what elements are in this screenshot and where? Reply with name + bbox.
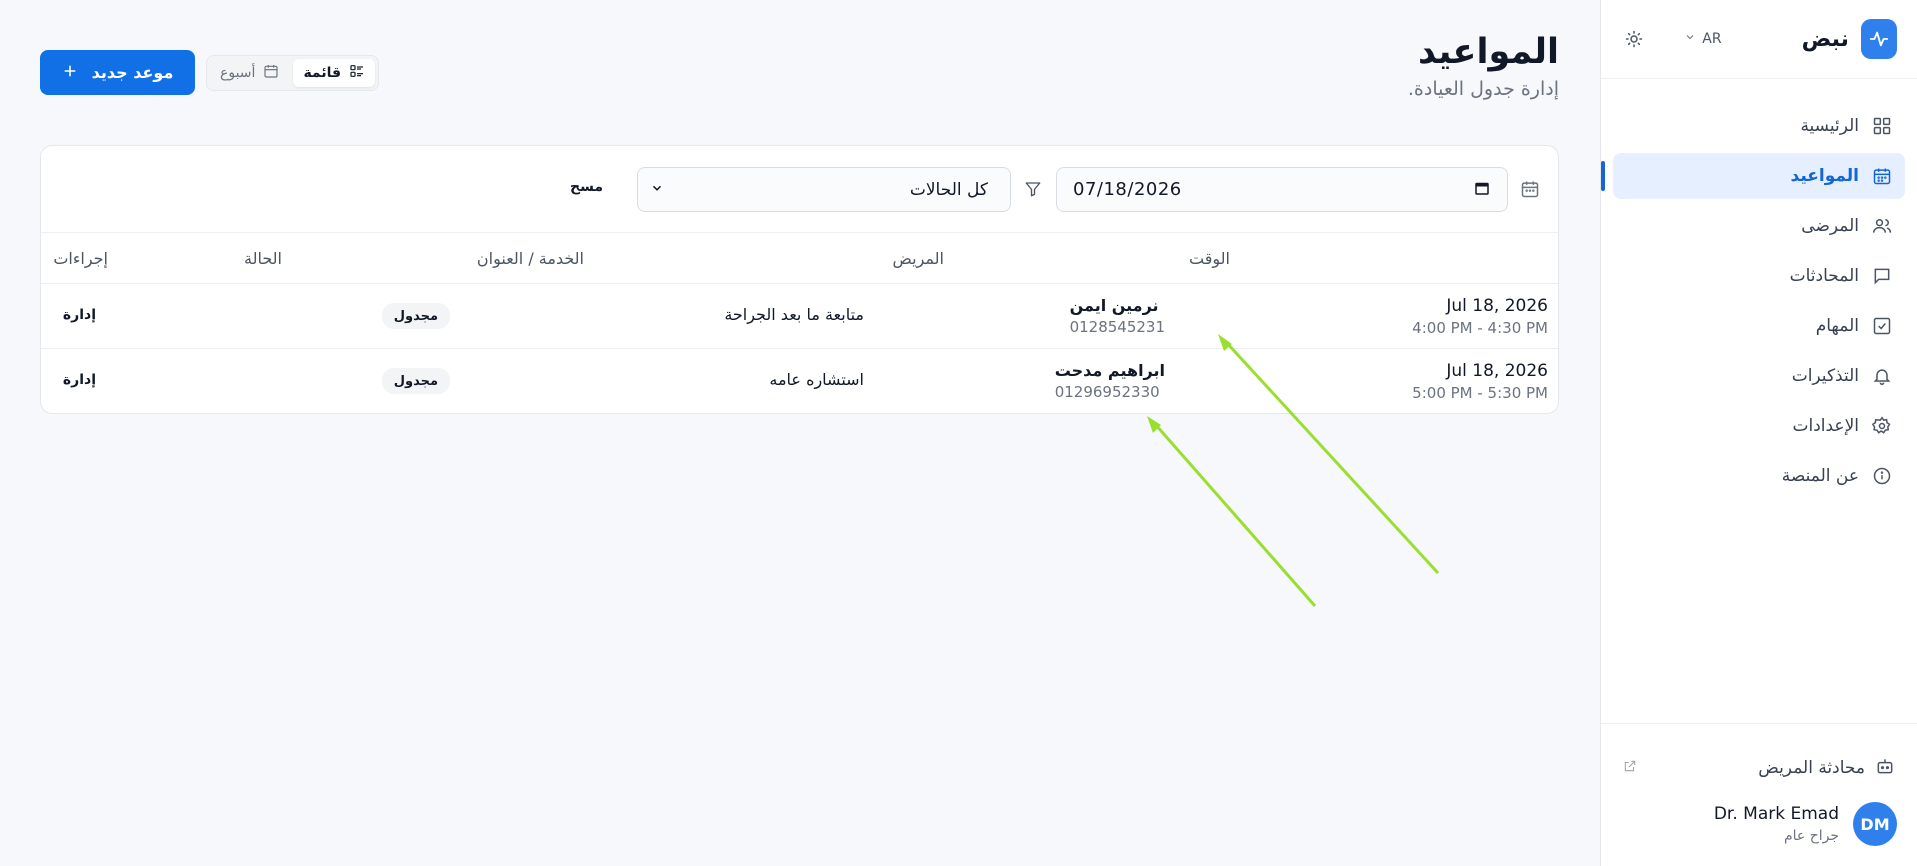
- header-service: الخدمة / العنوان: [476, 249, 584, 268]
- sun-icon[interactable]: [1621, 25, 1646, 53]
- date-filter-input[interactable]: 07/18/2026: [1056, 167, 1508, 212]
- external-link-icon: [1623, 758, 1637, 778]
- sidebar-item-patients[interactable]: المرضى: [1613, 203, 1905, 249]
- chevron-down-icon: [650, 180, 664, 200]
- view-toggle: قائمة أسبوع: [206, 55, 379, 91]
- manage-button[interactable]: إدارة: [63, 372, 96, 388]
- users-icon: [1871, 215, 1893, 237]
- brand-name: نبض: [1801, 26, 1849, 52]
- sidebar-item-label: الإعدادات: [1792, 416, 1859, 436]
- sidebar-item-label: التذكيرات: [1791, 366, 1859, 386]
- appointment-time: Jul 18, 2026 4:00 PM - 4:30 PM: [1412, 296, 1548, 337]
- sidebar-item-home[interactable]: الرئيسية: [1613, 103, 1905, 149]
- calendar-icon: [1871, 165, 1893, 187]
- chat-icon: [1871, 265, 1893, 287]
- sidebar-item-label: المواعيد: [1790, 166, 1859, 186]
- sidebar-item-tasks[interactable]: المهام: [1613, 303, 1905, 349]
- bell-icon: [1871, 365, 1893, 387]
- table-header: الوقت المريض الخدمة / العنوان الحالة إجر…: [41, 233, 1558, 284]
- checkbox-icon: [1871, 315, 1893, 337]
- sidebar-item-conversations[interactable]: المحادثات: [1613, 253, 1905, 299]
- patient-cell: ابراهيم مدحت 01296952330: [1055, 361, 1165, 401]
- appointment-date: Jul 18, 2026: [1446, 296, 1548, 316]
- patient-chat-link[interactable]: محادثة المريض: [1601, 744, 1917, 792]
- manage-button[interactable]: إدارة: [63, 307, 96, 323]
- calendar-picker-icon[interactable]: [1473, 179, 1491, 201]
- list-icon: [349, 63, 365, 83]
- page-title: المواعيد: [1418, 32, 1559, 72]
- list-view-label: قائمة: [303, 65, 341, 81]
- sidebar-item-appointments[interactable]: المواعيد: [1601, 153, 1905, 199]
- date-filter-value: 07/18/2026: [1073, 179, 1182, 200]
- calendar-icon: [263, 63, 279, 83]
- info-icon: [1871, 465, 1893, 487]
- service-title: استشاره عامه: [769, 370, 864, 389]
- header-time: الوقت: [1189, 249, 1230, 268]
- sidebar: نبض AR الرئيسية المواعيد المرضى المحادثا…: [1600, 0, 1917, 866]
- list-view-tab[interactable]: قائمة: [293, 59, 375, 87]
- language-label: AR: [1702, 31, 1722, 47]
- appointment-time-range: 5:00 PM - 5:30 PM: [1412, 384, 1548, 402]
- patient-name: نرمين ايمن: [1069, 296, 1159, 315]
- patient-chat-label: محادثة المريض: [1758, 758, 1865, 778]
- appointment-date: Jul 18, 2026: [1446, 361, 1548, 381]
- patient-phone: 0128545231: [1069, 318, 1165, 336]
- chevron-down-icon: [1684, 31, 1696, 47]
- sidebar-nav: الرئيسية المواعيد المرضى المحادثات المها…: [1601, 79, 1917, 499]
- service-title: متابعة ما بعد الجراحة: [724, 305, 864, 324]
- robot-icon: [1875, 756, 1895, 781]
- user-role: جراح عام: [1783, 828, 1839, 844]
- status-filter-select[interactable]: كل الحالات: [637, 167, 1011, 212]
- header-actions: إجراءات: [53, 249, 108, 268]
- appointment-time-range: 4:00 PM - 4:30 PM: [1412, 319, 1548, 337]
- clear-filters-button[interactable]: مسح: [570, 179, 603, 195]
- calendar-icon: [1520, 179, 1540, 203]
- sidebar-footer: محادثة المريض DM Dr. Mark Emad جراح عام: [1601, 723, 1917, 866]
- new-appointment-label: موعد جديد: [91, 63, 174, 82]
- status-badge: مجدول: [381, 303, 450, 329]
- sidebar-item-label: عن المنصة: [1781, 466, 1859, 486]
- pulse-icon: [1860, 19, 1897, 59]
- appointment-time: Jul 18, 2026 5:00 PM - 5:30 PM: [1412, 361, 1548, 402]
- new-appointment-button[interactable]: موعد جديد: [40, 50, 195, 95]
- table-row[interactable]: Jul 18, 2026 5:00 PM - 5:30 PM ابراهيم م…: [41, 349, 1558, 413]
- page-subtitle: إدارة جدول العيادة.: [1407, 78, 1559, 100]
- user-profile[interactable]: DM Dr. Mark Emad جراح عام: [1601, 802, 1917, 846]
- dashboard-icon: [1871, 115, 1893, 137]
- week-view-label: أسبوع: [220, 65, 256, 81]
- sidebar-item-label: المحادثات: [1789, 266, 1859, 286]
- plus-icon: [62, 63, 78, 83]
- sidebar-item-label: الرئيسية: [1800, 116, 1859, 136]
- table-row[interactable]: Jul 18, 2026 4:00 PM - 4:30 PM نرمين ايم…: [41, 284, 1558, 349]
- sidebar-item-about[interactable]: عن المنصة: [1613, 453, 1905, 499]
- avatar: DM: [1853, 802, 1897, 846]
- filters-bar: 07/18/2026 كل الحالات مسح: [41, 146, 1558, 233]
- sidebar-header: نبض AR: [1601, 0, 1917, 79]
- filter-icon: [1024, 180, 1042, 202]
- header-patient: المريض: [892, 249, 944, 268]
- patient-cell: نرمين ايمن 0128545231: [1070, 296, 1165, 336]
- gear-icon: [1871, 415, 1893, 437]
- header-status: الحالة: [244, 249, 282, 268]
- week-view-tab[interactable]: أسبوع: [210, 59, 289, 87]
- patient-name: ابراهيم مدحت: [1054, 361, 1165, 380]
- main-content: المواعيد إدارة جدول العيادة. قائمة أسبوع…: [0, 0, 1600, 866]
- sidebar-item-reminders[interactable]: التذكيرات: [1613, 353, 1905, 399]
- sidebar-item-label: المهام: [1815, 316, 1859, 336]
- patient-phone: 01296952330: [1054, 383, 1160, 401]
- sidebar-item-label: المرضى: [1801, 216, 1859, 236]
- appointments-card: 07/18/2026 كل الحالات مسح الوقت المريض ا…: [40, 145, 1559, 414]
- status-badge: مجدول: [381, 368, 450, 394]
- status-filter-value: كل الحالات: [909, 179, 988, 200]
- sidebar-item-settings[interactable]: الإعدادات: [1613, 403, 1905, 449]
- language-switcher[interactable]: AR: [1684, 31, 1722, 47]
- user-name: Dr. Mark Emad: [1713, 804, 1839, 824]
